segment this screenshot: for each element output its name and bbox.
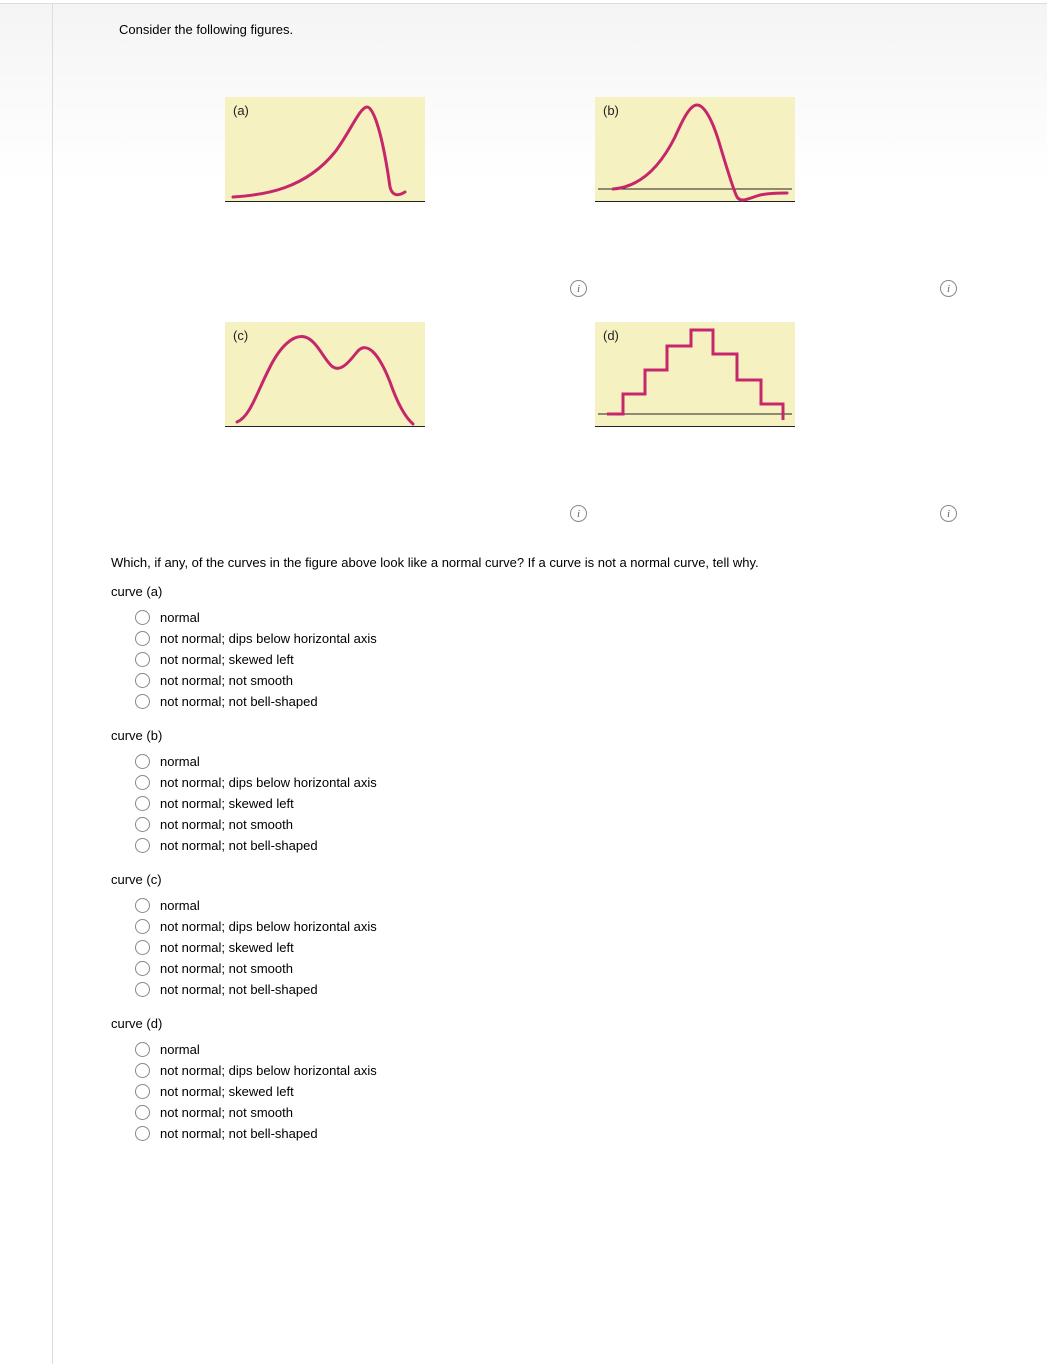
radio-input[interactable] [135, 898, 150, 913]
curve-b-title: curve (b) [111, 728, 992, 743]
curve-c-title: curve (c) [111, 872, 992, 887]
radio-input[interactable] [135, 652, 150, 667]
curve-b-option-4[interactable]: not normal; not bell-shaped [111, 835, 992, 856]
radio-input[interactable] [135, 982, 150, 997]
curve-d-group: curve (d) normal not normal; dips below … [111, 1016, 992, 1144]
radio-input[interactable] [135, 817, 150, 832]
curve-a-option-3[interactable]: not normal; not smooth [111, 670, 992, 691]
curve-b-group: curve (b) normal not normal; dips below … [111, 728, 992, 856]
curve-a-title: curve (a) [111, 584, 992, 599]
radio-input[interactable] [135, 919, 150, 934]
figure-b-curve [595, 97, 795, 202]
curve-b-option-1[interactable]: not normal; dips below horizontal axis [111, 772, 992, 793]
option-label: not normal; not bell-shaped [160, 838, 318, 853]
curve-d-option-4[interactable]: not normal; not bell-shaped [111, 1123, 992, 1144]
intro-text: Consider the following figures. [119, 22, 992, 37]
figure-c-label: (c) [233, 328, 248, 343]
radio-input[interactable] [135, 610, 150, 625]
option-label: not normal; not smooth [160, 961, 293, 976]
curve-b-option-2[interactable]: not normal; skewed left [111, 793, 992, 814]
curve-d-option-0[interactable]: normal [111, 1039, 992, 1060]
curve-b-option-3[interactable]: not normal; not smooth [111, 814, 992, 835]
curve-a-option-4[interactable]: not normal; not bell-shaped [111, 691, 992, 712]
curve-a-group: curve (a) normal not normal; dips below … [111, 584, 992, 712]
radio-input[interactable] [135, 694, 150, 709]
figure-d: (d) [595, 322, 795, 427]
question-block: Which, if any, of the curves in the figu… [105, 555, 992, 1144]
curve-c-option-4[interactable]: not normal; not bell-shaped [111, 979, 992, 1000]
radio-input[interactable] [135, 1126, 150, 1141]
option-label: normal [160, 898, 200, 913]
curve-c-option-1[interactable]: not normal; dips below horizontal axis [111, 916, 992, 937]
figure-b-label: (b) [603, 103, 619, 118]
option-label: not normal; dips below horizontal axis [160, 1063, 377, 1078]
figure-c: (c) [225, 322, 425, 427]
option-label: normal [160, 610, 200, 625]
option-label: not normal; not smooth [160, 673, 293, 688]
option-label: normal [160, 754, 200, 769]
question-content: Consider the following figures. (a) i (b… [52, 4, 992, 1364]
option-label: normal [160, 1042, 200, 1057]
radio-input[interactable] [135, 1105, 150, 1120]
curve-a-option-0[interactable]: normal [111, 607, 992, 628]
info-icon[interactable]: i [570, 505, 587, 522]
curve-a-option-1[interactable]: not normal; dips below horizontal axis [111, 628, 992, 649]
curve-a-option-2[interactable]: not normal; skewed left [111, 649, 992, 670]
figure-a-label: (a) [233, 103, 249, 118]
option-label: not normal; skewed left [160, 796, 294, 811]
info-icon[interactable]: i [940, 505, 957, 522]
radio-input[interactable] [135, 1042, 150, 1057]
curve-d-option-3[interactable]: not normal; not smooth [111, 1102, 992, 1123]
option-label: not normal; dips below horizontal axis [160, 775, 377, 790]
curve-d-option-1[interactable]: not normal; dips below horizontal axis [111, 1060, 992, 1081]
figure-c-curve [225, 322, 425, 427]
radio-input[interactable] [135, 1084, 150, 1099]
figure-a-cell: (a) i [225, 67, 595, 292]
option-label: not normal; not bell-shaped [160, 1126, 318, 1141]
radio-input[interactable] [135, 796, 150, 811]
radio-input[interactable] [135, 838, 150, 853]
radio-input[interactable] [135, 961, 150, 976]
curve-c-option-2[interactable]: not normal; skewed left [111, 937, 992, 958]
curve-c-group: curve (c) normal not normal; dips below … [111, 872, 992, 1000]
figure-b: (b) [595, 97, 795, 202]
figure-c-cell: (c) i [225, 292, 595, 517]
radio-input[interactable] [135, 631, 150, 646]
curve-c-option-0[interactable]: normal [111, 895, 992, 916]
figure-d-cell: (d) i [595, 292, 965, 517]
option-label: not normal; not smooth [160, 817, 293, 832]
figure-d-label: (d) [603, 328, 619, 343]
curve-b-option-0[interactable]: normal [111, 751, 992, 772]
option-label: not normal; dips below horizontal axis [160, 919, 377, 934]
radio-input[interactable] [135, 940, 150, 955]
radio-input[interactable] [135, 673, 150, 688]
figure-a: (a) [225, 97, 425, 202]
question-text: Which, if any, of the curves in the figu… [111, 555, 992, 570]
option-label: not normal; not bell-shaped [160, 694, 318, 709]
figure-grid: (a) i (b) i [225, 67, 992, 517]
curve-d-option-2[interactable]: not normal; skewed left [111, 1081, 992, 1102]
figure-d-curve [595, 322, 795, 427]
radio-input[interactable] [135, 775, 150, 790]
curve-c-option-3[interactable]: not normal; not smooth [111, 958, 992, 979]
option-label: not normal; dips below horizontal axis [160, 631, 377, 646]
option-label: not normal; skewed left [160, 940, 294, 955]
option-label: not normal; skewed left [160, 652, 294, 667]
figure-a-curve [225, 97, 425, 202]
option-label: not normal; skewed left [160, 1084, 294, 1099]
radio-input[interactable] [135, 754, 150, 769]
radio-input[interactable] [135, 1063, 150, 1078]
curve-d-title: curve (d) [111, 1016, 992, 1031]
option-label: not normal; not smooth [160, 1105, 293, 1120]
option-label: not normal; not bell-shaped [160, 982, 318, 997]
figure-b-cell: (b) i [595, 67, 965, 292]
